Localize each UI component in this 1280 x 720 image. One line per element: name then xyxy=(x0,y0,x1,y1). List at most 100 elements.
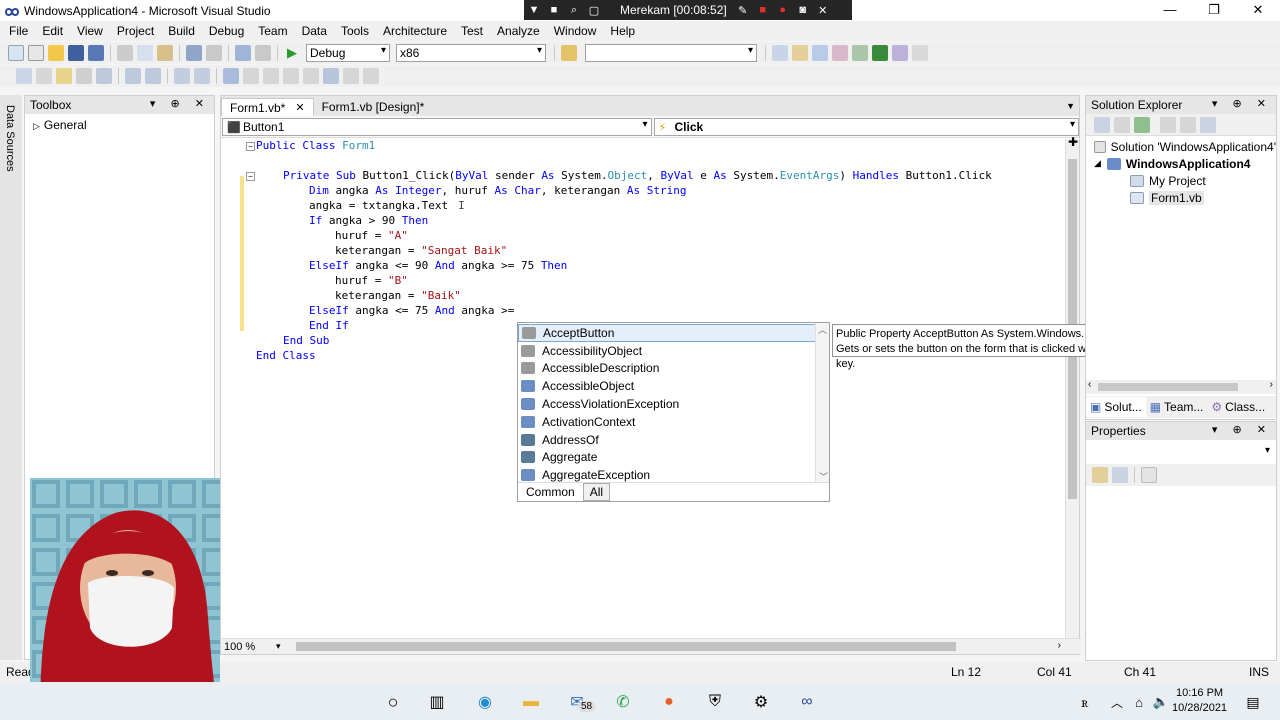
display-quick-info-icon[interactable] xyxy=(56,68,72,84)
network-icon[interactable]: ⌂ xyxy=(1128,691,1150,713)
property-pages-icon[interactable] xyxy=(1141,467,1157,483)
scroll-right-icon[interactable]: › xyxy=(1270,379,1273,390)
save-all-icon[interactable] xyxy=(88,45,104,61)
menu-debug[interactable]: Debug xyxy=(200,24,249,38)
tab-class-view[interactable]: ⚙ Class... xyxy=(1207,400,1269,414)
completion-item[interactable]: Aggregate xyxy=(518,449,829,467)
record-icon[interactable]: ● xyxy=(775,4,791,16)
extension-manager-icon[interactable] xyxy=(892,45,908,61)
panel-header-buttons[interactable]: ▾ ⊕ ✕ xyxy=(1212,423,1272,436)
task-view-icon[interactable]: ▥ xyxy=(426,691,448,713)
cut-icon[interactable] xyxy=(117,45,133,61)
menu-project[interactable]: Project xyxy=(108,24,159,38)
decrease-indent-icon[interactable] xyxy=(96,68,112,84)
menu-team[interactable]: Team xyxy=(249,24,292,38)
decrease-indent-icon[interactable] xyxy=(145,68,161,84)
menu-view[interactable]: View xyxy=(68,24,108,38)
show-all-files-icon[interactable] xyxy=(1114,116,1130,133)
previous-bookmark-icon[interactable] xyxy=(243,68,259,84)
tab-common[interactable]: Common xyxy=(520,484,581,500)
scroll-up-icon[interactable]: ︿ xyxy=(818,325,827,335)
collapse-sub-icon[interactable]: − xyxy=(246,172,255,181)
view-class-diagram-icon[interactable] xyxy=(1200,116,1216,133)
tree-my-project[interactable]: My Project xyxy=(1086,172,1276,189)
completion-item[interactable]: AccessibilityObject xyxy=(518,342,829,360)
event-combo[interactable]: ⚡ Click xyxy=(653,117,1079,136)
toolbox-icon[interactable] xyxy=(832,45,848,61)
menu-test[interactable]: Test xyxy=(452,24,488,38)
file-explorer-icon[interactable]: ▬ xyxy=(520,691,542,713)
system-clock[interactable]: 10:16 PM 10/28/2021 xyxy=(1172,686,1227,716)
completion-item[interactable]: AccessibleDescription xyxy=(518,360,829,378)
completion-item[interactable]: AccessViolationException xyxy=(518,395,829,413)
object-combo[interactable]: ⬛ Button1 xyxy=(222,117,652,136)
solution-configuration-combo[interactable]: Debug xyxy=(306,44,390,62)
minimize-button[interactable]: — xyxy=(1148,0,1192,20)
menu-help[interactable]: Help xyxy=(601,24,640,38)
data-sources-tab[interactable]: Data Sources xyxy=(4,105,16,172)
stop-icon[interactable]: ■ xyxy=(546,4,562,16)
completion-scrollbar[interactable]: ︿ ﹀ xyxy=(815,323,829,483)
new-project-icon[interactable] xyxy=(8,45,24,61)
categorized-icon[interactable] xyxy=(1092,467,1108,483)
toggle-bookmark-icon[interactable] xyxy=(223,68,239,84)
view-code-icon[interactable] xyxy=(1160,116,1176,133)
solution-explorer-hscroll[interactable]: ‹ › xyxy=(1086,379,1276,394)
menu-analyze[interactable]: Analyze xyxy=(488,24,545,38)
close-icon[interactable]: ✕ xyxy=(815,4,831,17)
start-page-icon[interactable] xyxy=(872,45,888,61)
clear-bookmarks-icon[interactable] xyxy=(363,68,379,84)
zoom-icon[interactable]: ⌕ xyxy=(566,4,582,17)
previous-bookmark-in-document-icon[interactable] xyxy=(323,68,339,84)
expand-arrow-icon[interactable]: ▷ xyxy=(33,121,40,131)
start-debugging-icon[interactable]: ▶ xyxy=(284,45,300,61)
increase-indent-icon[interactable] xyxy=(125,68,141,84)
add-item-icon[interactable] xyxy=(28,45,44,61)
menu-build[interactable]: Build xyxy=(159,24,200,38)
view-designer-icon[interactable] xyxy=(1180,116,1196,133)
close-tab-icon[interactable]: ✕ xyxy=(295,101,304,114)
previous-bookmark-in-folder-icon[interactable] xyxy=(283,68,299,84)
people-icon[interactable]: ꭱ xyxy=(1074,691,1096,713)
team-explorer-icon[interactable] xyxy=(852,45,868,61)
visual-studio-taskbar-icon[interactable]: ∞ xyxy=(796,691,818,713)
whatsapp-icon[interactable]: ✆ xyxy=(612,691,634,713)
screen-icon[interactable]: ▢ xyxy=(586,4,602,17)
horizontal-scrollbar-thumb[interactable] xyxy=(296,642,956,651)
find-in-files-icon[interactable] xyxy=(561,45,577,61)
object-browser-icon[interactable] xyxy=(812,45,828,61)
completion-item[interactable]: AggregateException xyxy=(518,466,829,483)
completion-item[interactable]: AccessibleObject xyxy=(518,377,829,395)
maximize-button[interactable]: ❐ xyxy=(1192,0,1236,20)
open-file-icon[interactable] xyxy=(48,45,64,61)
paste-icon[interactable] xyxy=(157,45,173,61)
display-parameter-info-icon[interactable] xyxy=(36,68,52,84)
scrollbar-thumb[interactable] xyxy=(1098,383,1238,391)
properties-object-combo[interactable] xyxy=(1088,443,1274,461)
edge-browser-icon[interactable]: ◉ xyxy=(474,691,496,713)
tab-all[interactable]: All xyxy=(582,483,611,501)
close-window-button[interactable]: ✕ xyxy=(1236,0,1280,20)
tab-form1-design[interactable]: Form1.vb [Design]* xyxy=(314,98,433,116)
menu-data[interactable]: Data xyxy=(293,24,332,38)
menu-file[interactable]: File xyxy=(0,24,33,38)
navigate-forward-icon[interactable] xyxy=(255,45,271,61)
next-bookmark-in-document-icon[interactable] xyxy=(343,68,359,84)
uncomment-icon[interactable] xyxy=(194,68,210,84)
zoom-level-combo[interactable]: 100 % xyxy=(221,641,276,653)
notifications-icon[interactable]: ▤ xyxy=(1242,691,1264,713)
toolbox-group-general[interactable]: ▷ General xyxy=(25,114,214,132)
record-icon[interactable]: ■ xyxy=(755,4,771,16)
alphabetical-icon[interactable] xyxy=(1112,467,1128,483)
tab-form1-vb[interactable]: Form1.vb* ✕ xyxy=(221,98,314,116)
properties-window-icon[interactable] xyxy=(792,45,808,61)
security-shield-icon[interactable]: ⛨ xyxy=(704,691,726,713)
expand-arrow-icon[interactable]: ◢ xyxy=(1094,158,1101,169)
search-icon[interactable]: ○ xyxy=(382,691,404,713)
properties-icon[interactable] xyxy=(1094,116,1110,133)
scroll-left-icon[interactable]: ‹ xyxy=(1088,379,1091,390)
menu-edit[interactable]: Edit xyxy=(33,24,68,38)
panel-header-buttons[interactable]: ▾ ⊕ ✕ xyxy=(150,97,210,110)
navigate-backward-icon[interactable] xyxy=(235,45,251,61)
collapse-class-icon[interactable]: − xyxy=(246,142,255,151)
